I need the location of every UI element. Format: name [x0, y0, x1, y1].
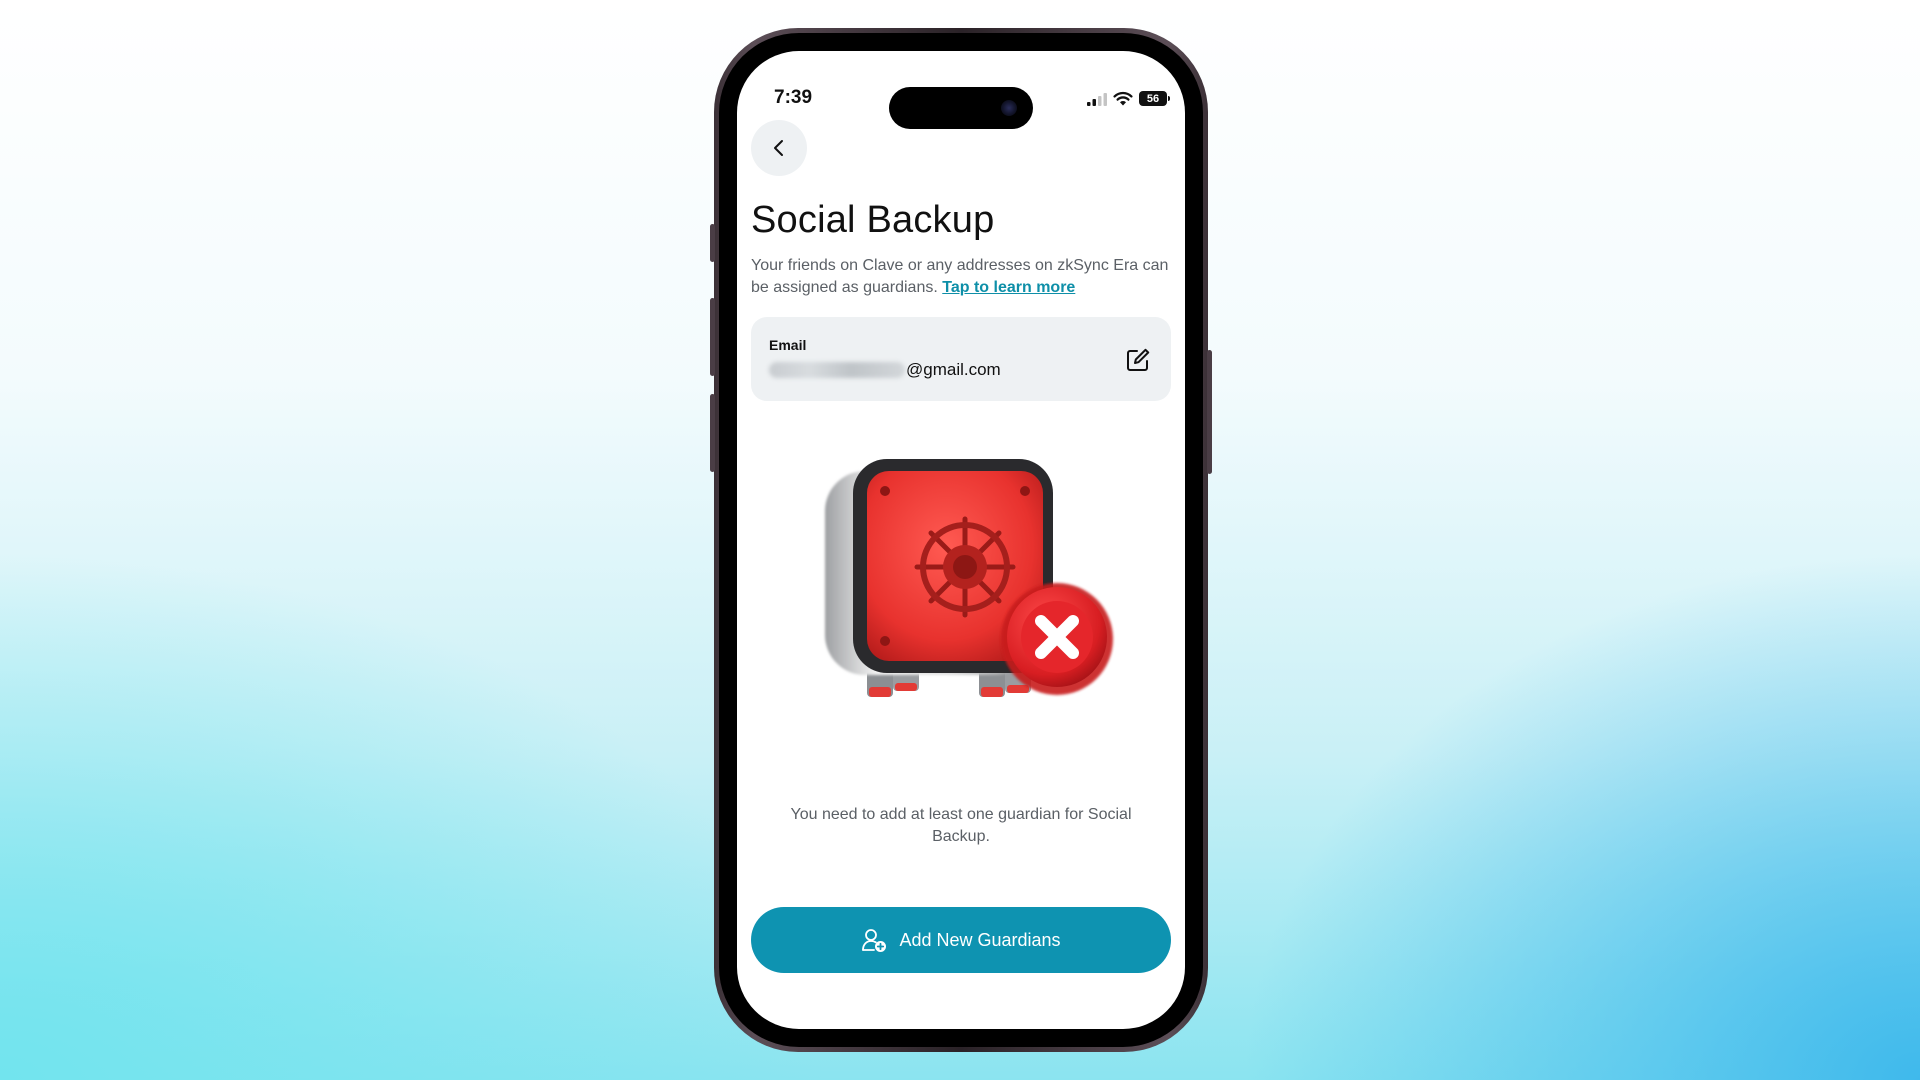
- page-title: Social Backup: [751, 199, 995, 241]
- add-user-icon: [862, 929, 887, 952]
- cellular-signal-icon: [1087, 92, 1107, 106]
- wifi-icon: [1113, 91, 1133, 106]
- phone-frame: 7:39 56 Social Backup Your friends on Cl…: [710, 28, 1212, 1052]
- dynamic-island: [889, 87, 1033, 129]
- battery-icon: 56: [1139, 91, 1170, 106]
- edit-email-button[interactable]: [1125, 347, 1151, 373]
- status-icons: 56: [1087, 91, 1170, 106]
- email-redacted: [769, 362, 905, 378]
- battery-level: 56: [1146, 92, 1160, 105]
- volume-down-button: [710, 394, 715, 472]
- status-time: 7:39: [774, 87, 813, 108]
- email-label: Email: [769, 337, 807, 353]
- back-button[interactable]: [751, 120, 807, 176]
- camera-icon: [1001, 100, 1017, 116]
- page-subtitle: Your friends on Clave or any addresses o…: [751, 255, 1171, 299]
- edit-icon: [1127, 348, 1150, 371]
- learn-more-link[interactable]: Tap to learn more: [942, 279, 1075, 296]
- add-new-guardians-label: Add New Guardians: [899, 929, 1061, 950]
- email-card: Email @gmail.com: [751, 317, 1171, 401]
- app-screen: 7:39 56 Social Backup Your friends on Cl…: [737, 51, 1185, 1029]
- action-button: [710, 224, 715, 262]
- locked-safe-error-icon: [825, 459, 1113, 697]
- chevron-left-icon: [774, 140, 783, 156]
- email-domain: @gmail.com: [906, 360, 1001, 379]
- add-new-guardians-button[interactable]: Add New Guardians: [751, 907, 1171, 973]
- email-value: @gmail.com: [769, 360, 1001, 380]
- volume-up-button: [710, 298, 715, 376]
- power-button: [1207, 350, 1212, 474]
- phone-bezel: 7:39 56 Social Backup Your friends on Cl…: [719, 33, 1203, 1047]
- guardian-required-message: You need to add at least one guardian fo…: [790, 806, 1132, 845]
